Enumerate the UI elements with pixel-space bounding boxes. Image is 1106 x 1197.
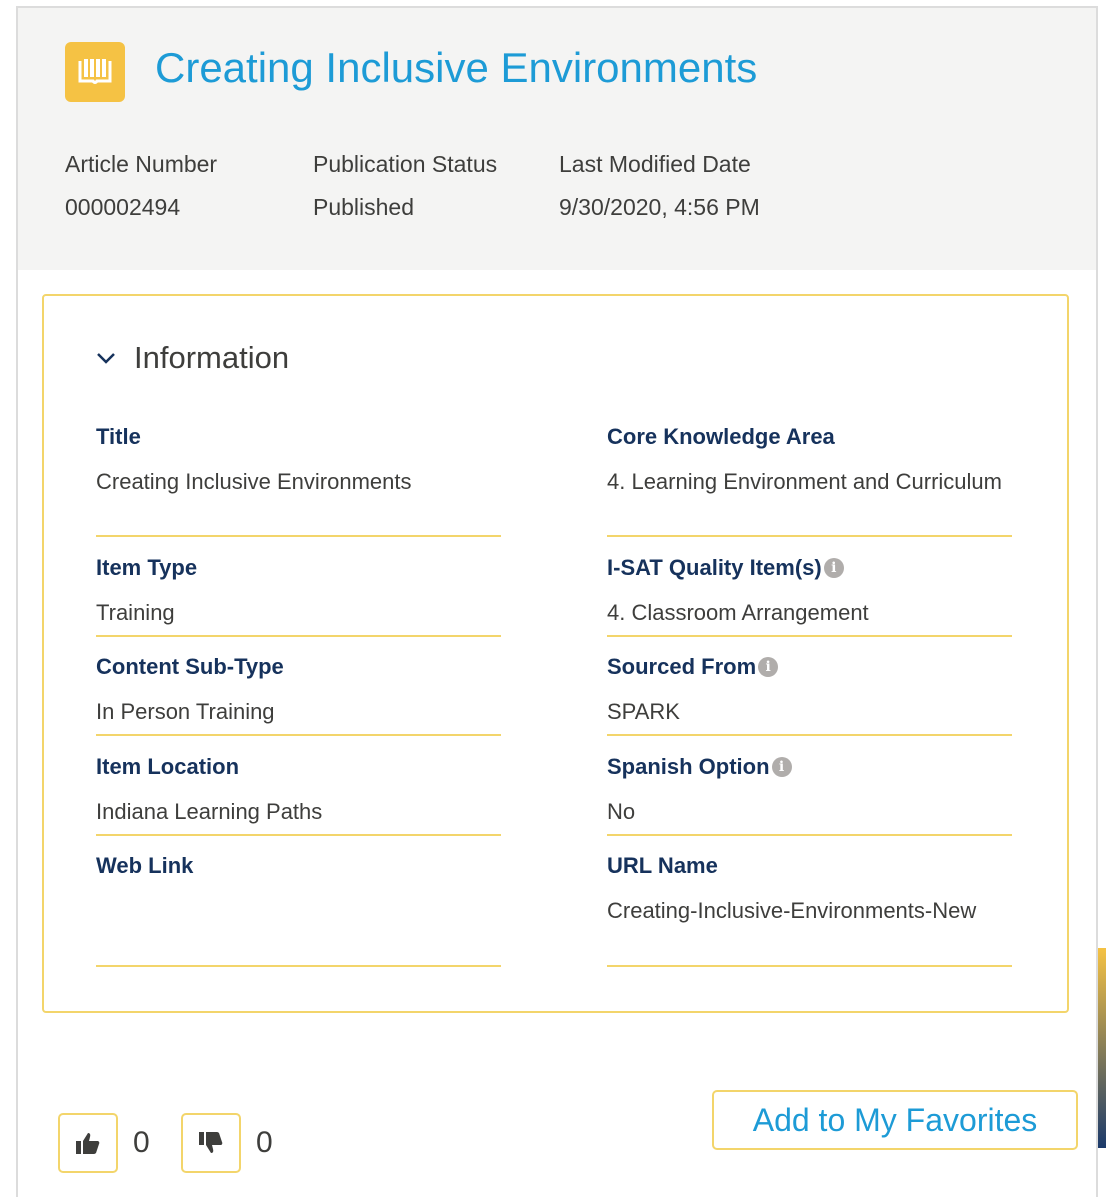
field-web-link: Web Link (96, 851, 501, 967)
field-sourced-from: Sourced From i SPARK (607, 652, 1012, 736)
field-value: SPARK (607, 699, 680, 724)
section-toggle[interactable]: Information (96, 340, 289, 376)
field-label-row: Spanish Option i (607, 752, 1012, 782)
page-title: Creating Inclusive Environments (155, 44, 758, 91)
thumbs-down-count: 0 (256, 1126, 273, 1159)
information-section: Information Title Creating Inclusive Env… (42, 294, 1069, 1013)
meta-label: Last Modified Date (559, 151, 751, 177)
info-icon[interactable]: i (771, 757, 792, 777)
add-to-favorites-button[interactable]: Add to My Favorites (712, 1090, 1078, 1150)
article-header: Creating Inclusive Environments Article … (18, 8, 1096, 270)
field-value: Creating-Inclusive-Environments-New (607, 898, 977, 923)
field-title: Title Creating Inclusive Environments (96, 422, 501, 537)
field-value: 4. Learning Environment and Curriculum (607, 469, 1002, 494)
field-item-type: Item Type Training (96, 553, 501, 637)
field-label-row: Sourced From i (607, 652, 1012, 682)
meta-value: 9/30/2020, 4:56 PM (559, 194, 760, 220)
field-label: Content Sub-Type (96, 654, 284, 679)
field-core-knowledge-area: Core Knowledge Area 4. Learning Environm… (607, 422, 1012, 537)
field-isat-quality-items: I-SAT Quality Item(s) i 4. Classroom Arr… (607, 553, 1012, 637)
meta-last-modified: Last Modified Date 9/30/2020, 4:56 PM (559, 151, 760, 221)
thumbs-down-button[interactable] (181, 1113, 241, 1173)
meta-value: 000002494 (65, 194, 181, 220)
field-label: I-SAT Quality Item(s) (607, 555, 822, 580)
field-value: Indiana Learning Paths (96, 799, 323, 824)
field-label: Web Link (96, 853, 194, 878)
field-value: 4. Classroom Arrangement (607, 600, 869, 625)
meta-publication-status: Publication Status Published (313, 151, 497, 221)
section-title: Information (134, 340, 290, 375)
field-label: Item Type (96, 555, 198, 580)
field-value: In Person Training (96, 699, 275, 724)
field-label-row: I-SAT Quality Item(s) i (607, 553, 1012, 583)
field-value: Creating Inclusive Environments (96, 469, 412, 494)
field-label: Core Knowledge Area (607, 424, 835, 449)
field-content-sub-type: Content Sub-Type In Person Training (96, 652, 501, 736)
meta-article-number: Article Number 000002494 (65, 151, 217, 221)
field-spanish-option: Spanish Option i No (607, 752, 1012, 836)
field-url-name: URL Name Creating-Inclusive-Environments… (607, 851, 1012, 967)
meta-value: Published (313, 194, 415, 220)
thumbs-up-count: 0 (133, 1126, 150, 1159)
meta-label: Publication Status (313, 151, 498, 177)
thumbs-up-icon (76, 1133, 100, 1154)
info-icon[interactable]: i (823, 558, 844, 578)
field-label: Title (96, 424, 141, 449)
thumbs-up-button[interactable] (58, 1113, 118, 1173)
article-book-icon (65, 42, 125, 102)
field-value: Training (96, 600, 175, 625)
background-decoration (1098, 948, 1106, 1148)
field-value: No (607, 799, 636, 824)
field-label: Spanish Option (607, 754, 770, 779)
chevron-down-icon (97, 353, 115, 364)
thumbs-down-icon (199, 1132, 223, 1153)
field-label: Sourced From (607, 654, 757, 679)
meta-label: Article Number (65, 151, 218, 177)
field-label: Item Location (96, 754, 240, 779)
field-item-location: Item Location Indiana Learning Paths (96, 752, 501, 836)
field-label: URL Name (607, 853, 718, 878)
article-card: Creating Inclusive Environments Article … (16, 6, 1098, 1197)
info-icon[interactable]: i (758, 657, 779, 677)
